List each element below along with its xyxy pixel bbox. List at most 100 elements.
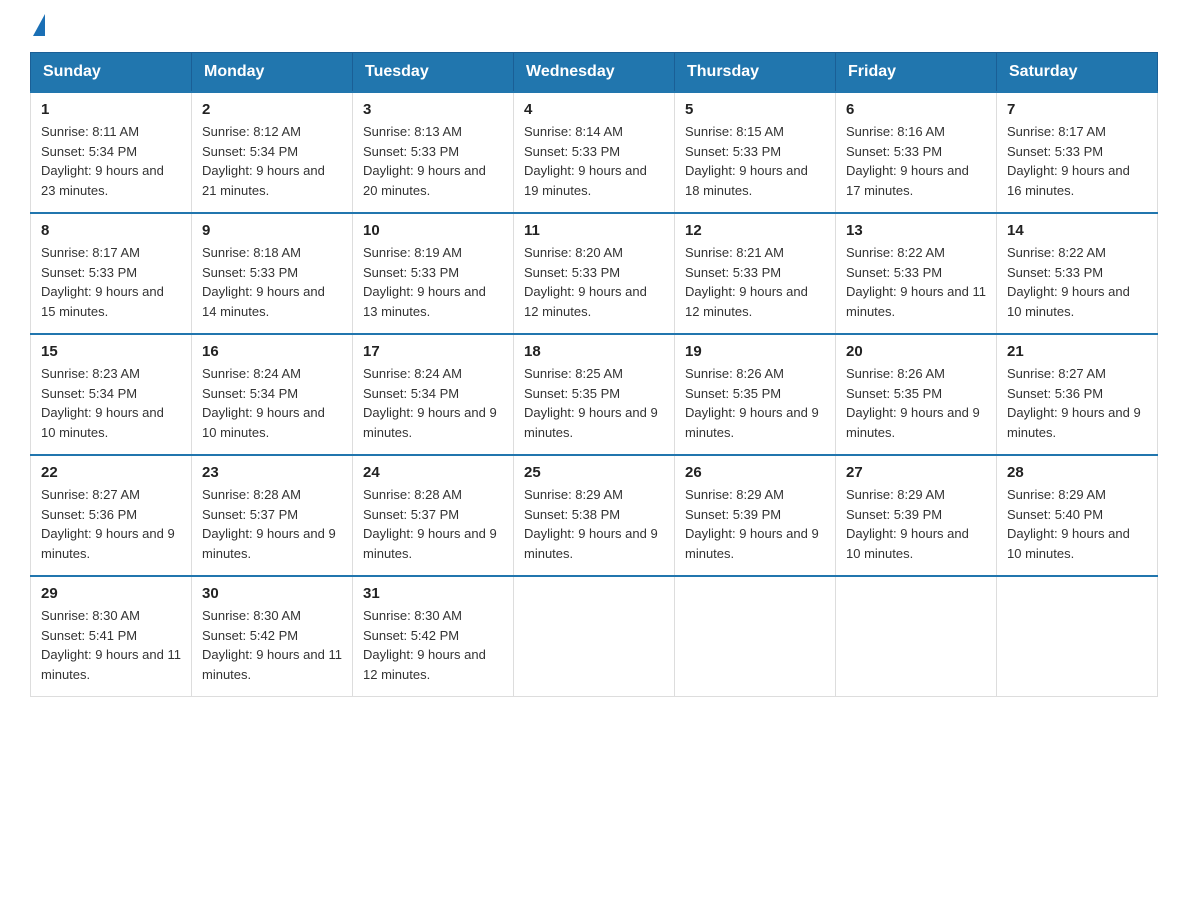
day-info: Sunrise: 8:22 AMSunset: 5:33 PMDaylight:… <box>1007 245 1130 319</box>
day-number: 31 <box>363 585 503 602</box>
day-number: 11 <box>524 222 664 239</box>
day-info: Sunrise: 8:16 AMSunset: 5:33 PMDaylight:… <box>846 124 969 198</box>
calendar-day-cell: 5 Sunrise: 8:15 AMSunset: 5:33 PMDayligh… <box>675 92 836 213</box>
day-info: Sunrise: 8:23 AMSunset: 5:34 PMDaylight:… <box>41 366 164 440</box>
day-number: 25 <box>524 464 664 481</box>
calendar-day-cell: 9 Sunrise: 8:18 AMSunset: 5:33 PMDayligh… <box>192 213 353 334</box>
day-number: 30 <box>202 585 342 602</box>
day-number: 29 <box>41 585 181 602</box>
day-info: Sunrise: 8:15 AMSunset: 5:33 PMDaylight:… <box>685 124 808 198</box>
day-info: Sunrise: 8:22 AMSunset: 5:33 PMDaylight:… <box>846 245 986 319</box>
calendar-day-cell <box>514 576 675 697</box>
calendar-day-cell <box>836 576 997 697</box>
day-info: Sunrise: 8:21 AMSunset: 5:33 PMDaylight:… <box>685 245 808 319</box>
day-info: Sunrise: 8:18 AMSunset: 5:33 PMDaylight:… <box>202 245 325 319</box>
calendar-day-cell: 18 Sunrise: 8:25 AMSunset: 5:35 PMDaylig… <box>514 334 675 455</box>
day-number: 9 <box>202 222 342 239</box>
day-number: 3 <box>363 101 503 118</box>
calendar-table: SundayMondayTuesdayWednesdayThursdayFrid… <box>30 52 1158 697</box>
day-info: Sunrise: 8:20 AMSunset: 5:33 PMDaylight:… <box>524 245 647 319</box>
weekday-header-friday: Friday <box>836 53 997 93</box>
weekday-header-saturday: Saturday <box>997 53 1158 93</box>
day-info: Sunrise: 8:17 AMSunset: 5:33 PMDaylight:… <box>1007 124 1130 198</box>
day-info: Sunrise: 8:19 AMSunset: 5:33 PMDaylight:… <box>363 245 486 319</box>
calendar-header-row: SundayMondayTuesdayWednesdayThursdayFrid… <box>31 53 1158 93</box>
calendar-day-cell: 1 Sunrise: 8:11 AMSunset: 5:34 PMDayligh… <box>31 92 192 213</box>
day-info: Sunrise: 8:29 AMSunset: 5:38 PMDaylight:… <box>524 487 658 561</box>
calendar-day-cell: 21 Sunrise: 8:27 AMSunset: 5:36 PMDaylig… <box>997 334 1158 455</box>
weekday-header-wednesday: Wednesday <box>514 53 675 93</box>
day-number: 26 <box>685 464 825 481</box>
day-info: Sunrise: 8:30 AMSunset: 5:42 PMDaylight:… <box>363 608 486 682</box>
day-number: 8 <box>41 222 181 239</box>
day-number: 28 <box>1007 464 1147 481</box>
day-info: Sunrise: 8:26 AMSunset: 5:35 PMDaylight:… <box>846 366 980 440</box>
day-info: Sunrise: 8:11 AMSunset: 5:34 PMDaylight:… <box>41 124 164 198</box>
day-number: 17 <box>363 343 503 360</box>
calendar-day-cell: 15 Sunrise: 8:23 AMSunset: 5:34 PMDaylig… <box>31 334 192 455</box>
day-number: 18 <box>524 343 664 360</box>
day-info: Sunrise: 8:28 AMSunset: 5:37 PMDaylight:… <box>363 487 497 561</box>
day-number: 19 <box>685 343 825 360</box>
weekday-header-thursday: Thursday <box>675 53 836 93</box>
calendar-week-row: 22 Sunrise: 8:27 AMSunset: 5:36 PMDaylig… <box>31 455 1158 576</box>
day-number: 21 <box>1007 343 1147 360</box>
calendar-day-cell: 17 Sunrise: 8:24 AMSunset: 5:34 PMDaylig… <box>353 334 514 455</box>
calendar-day-cell: 3 Sunrise: 8:13 AMSunset: 5:33 PMDayligh… <box>353 92 514 213</box>
day-number: 14 <box>1007 222 1147 239</box>
calendar-day-cell: 8 Sunrise: 8:17 AMSunset: 5:33 PMDayligh… <box>31 213 192 334</box>
day-info: Sunrise: 8:12 AMSunset: 5:34 PMDaylight:… <box>202 124 325 198</box>
calendar-day-cell: 19 Sunrise: 8:26 AMSunset: 5:35 PMDaylig… <box>675 334 836 455</box>
calendar-day-cell: 13 Sunrise: 8:22 AMSunset: 5:33 PMDaylig… <box>836 213 997 334</box>
day-info: Sunrise: 8:24 AMSunset: 5:34 PMDaylight:… <box>363 366 497 440</box>
day-number: 16 <box>202 343 342 360</box>
day-info: Sunrise: 8:26 AMSunset: 5:35 PMDaylight:… <box>685 366 819 440</box>
day-info: Sunrise: 8:27 AMSunset: 5:36 PMDaylight:… <box>41 487 175 561</box>
day-number: 4 <box>524 101 664 118</box>
page-header <box>30 20 1158 42</box>
day-number: 22 <box>41 464 181 481</box>
day-number: 23 <box>202 464 342 481</box>
calendar-day-cell: 4 Sunrise: 8:14 AMSunset: 5:33 PMDayligh… <box>514 92 675 213</box>
calendar-day-cell: 10 Sunrise: 8:19 AMSunset: 5:33 PMDaylig… <box>353 213 514 334</box>
day-info: Sunrise: 8:28 AMSunset: 5:37 PMDaylight:… <box>202 487 336 561</box>
day-info: Sunrise: 8:13 AMSunset: 5:33 PMDaylight:… <box>363 124 486 198</box>
day-number: 10 <box>363 222 503 239</box>
day-number: 12 <box>685 222 825 239</box>
calendar-week-row: 15 Sunrise: 8:23 AMSunset: 5:34 PMDaylig… <box>31 334 1158 455</box>
calendar-day-cell: 22 Sunrise: 8:27 AMSunset: 5:36 PMDaylig… <box>31 455 192 576</box>
calendar-day-cell: 29 Sunrise: 8:30 AMSunset: 5:41 PMDaylig… <box>31 576 192 697</box>
calendar-week-row: 1 Sunrise: 8:11 AMSunset: 5:34 PMDayligh… <box>31 92 1158 213</box>
calendar-day-cell: 7 Sunrise: 8:17 AMSunset: 5:33 PMDayligh… <box>997 92 1158 213</box>
calendar-day-cell: 26 Sunrise: 8:29 AMSunset: 5:39 PMDaylig… <box>675 455 836 576</box>
day-number: 15 <box>41 343 181 360</box>
day-number: 24 <box>363 464 503 481</box>
day-info: Sunrise: 8:17 AMSunset: 5:33 PMDaylight:… <box>41 245 164 319</box>
day-info: Sunrise: 8:29 AMSunset: 5:39 PMDaylight:… <box>685 487 819 561</box>
day-number: 7 <box>1007 101 1147 118</box>
weekday-header-tuesday: Tuesday <box>353 53 514 93</box>
weekday-header-monday: Monday <box>192 53 353 93</box>
calendar-week-row: 8 Sunrise: 8:17 AMSunset: 5:33 PMDayligh… <box>31 213 1158 334</box>
calendar-day-cell: 11 Sunrise: 8:20 AMSunset: 5:33 PMDaylig… <box>514 213 675 334</box>
calendar-day-cell: 16 Sunrise: 8:24 AMSunset: 5:34 PMDaylig… <box>192 334 353 455</box>
calendar-week-row: 29 Sunrise: 8:30 AMSunset: 5:41 PMDaylig… <box>31 576 1158 697</box>
logo <box>30 20 45 42</box>
day-info: Sunrise: 8:30 AMSunset: 5:42 PMDaylight:… <box>202 608 342 682</box>
calendar-day-cell: 14 Sunrise: 8:22 AMSunset: 5:33 PMDaylig… <box>997 213 1158 334</box>
logo-triangle-icon <box>33 14 45 36</box>
day-number: 2 <box>202 101 342 118</box>
day-info: Sunrise: 8:27 AMSunset: 5:36 PMDaylight:… <box>1007 366 1141 440</box>
day-number: 27 <box>846 464 986 481</box>
calendar-day-cell <box>675 576 836 697</box>
day-info: Sunrise: 8:25 AMSunset: 5:35 PMDaylight:… <box>524 366 658 440</box>
day-number: 20 <box>846 343 986 360</box>
day-info: Sunrise: 8:29 AMSunset: 5:39 PMDaylight:… <box>846 487 969 561</box>
calendar-day-cell: 27 Sunrise: 8:29 AMSunset: 5:39 PMDaylig… <box>836 455 997 576</box>
day-info: Sunrise: 8:14 AMSunset: 5:33 PMDaylight:… <box>524 124 647 198</box>
day-info: Sunrise: 8:24 AMSunset: 5:34 PMDaylight:… <box>202 366 325 440</box>
calendar-day-cell: 2 Sunrise: 8:12 AMSunset: 5:34 PMDayligh… <box>192 92 353 213</box>
calendar-day-cell: 28 Sunrise: 8:29 AMSunset: 5:40 PMDaylig… <box>997 455 1158 576</box>
calendar-day-cell: 20 Sunrise: 8:26 AMSunset: 5:35 PMDaylig… <box>836 334 997 455</box>
calendar-day-cell <box>997 576 1158 697</box>
